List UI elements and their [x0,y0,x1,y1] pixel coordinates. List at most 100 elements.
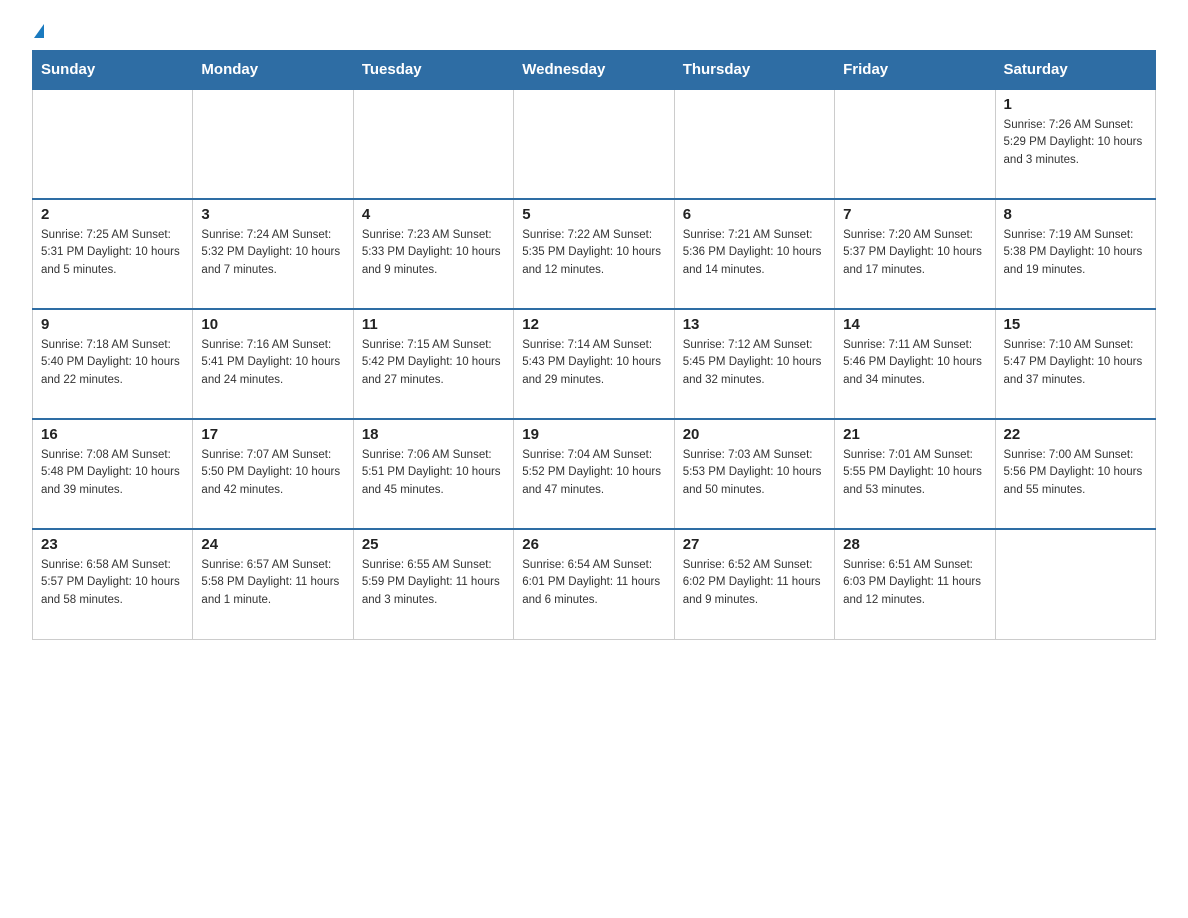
day-info: Sunrise: 7:22 AM Sunset: 5:35 PM Dayligh… [522,227,665,279]
day-number: 27 [683,536,826,553]
day-number: 1 [1004,96,1147,113]
calendar-day-cell: 27 Sunrise: 6:52 AM Sunset: 6:02 PM Dayli… [674,529,834,639]
calendar-day-cell: 18 Sunrise: 7:06 AM Sunset: 5:51 PM Dayli… [353,419,513,529]
logo-triangle-icon [34,24,44,38]
calendar-day-cell [514,89,674,199]
day-info: Sunrise: 7:14 AM Sunset: 5:43 PM Dayligh… [522,337,665,389]
day-info: Sunrise: 7:03 AM Sunset: 5:53 PM Dayligh… [683,447,826,499]
logo [32,24,44,38]
calendar-day-cell: 9 Sunrise: 7:18 AM Sunset: 5:40 PM Daylig… [33,309,193,419]
page-header [32,24,1156,38]
day-number: 2 [41,206,184,223]
day-info: Sunrise: 7:12 AM Sunset: 5:45 PM Dayligh… [683,337,826,389]
day-of-week-header: Thursday [674,51,834,90]
day-info: Sunrise: 7:24 AM Sunset: 5:32 PM Dayligh… [201,227,344,279]
day-number: 3 [201,206,344,223]
day-number: 11 [362,316,505,333]
calendar-day-cell: 17 Sunrise: 7:07 AM Sunset: 5:50 PM Dayli… [193,419,353,529]
calendar-day-cell: 26 Sunrise: 6:54 AM Sunset: 6:01 PM Dayli… [514,529,674,639]
day-number: 7 [843,206,986,223]
calendar-week-row: 23Sunrise: 6:58 AM Sunset: 5:57 PM Dayli… [33,529,1156,639]
calendar-day-cell [193,89,353,199]
day-number: 13 [683,316,826,333]
calendar-day-cell: 5 Sunrise: 7:22 AM Sunset: 5:35 PM Daylig… [514,199,674,309]
day-info: Sunrise: 7:01 AM Sunset: 5:55 PM Dayligh… [843,447,986,499]
day-info: Sunrise: 7:16 AM Sunset: 5:41 PM Dayligh… [201,337,344,389]
calendar-day-cell: 23Sunrise: 6:58 AM Sunset: 5:57 PM Dayli… [33,529,193,639]
day-info: Sunrise: 7:11 AM Sunset: 5:46 PM Dayligh… [843,337,986,389]
day-of-week-header: Tuesday [353,51,513,90]
calendar-day-cell: 1Sunrise: 7:26 AM Sunset: 5:29 PM Daylig… [995,89,1155,199]
calendar-day-cell [835,89,995,199]
calendar-table: SundayMondayTuesdayWednesdayThursdayFrid… [32,50,1156,640]
day-number: 25 [362,536,505,553]
calendar-week-row: 2 Sunrise: 7:25 AM Sunset: 5:31 PM Daylig… [33,199,1156,309]
day-info: Sunrise: 7:20 AM Sunset: 5:37 PM Dayligh… [843,227,986,279]
day-number: 5 [522,206,665,223]
calendar-week-row: 16 Sunrise: 7:08 AM Sunset: 5:48 PM Dayli… [33,419,1156,529]
day-number: 4 [362,206,505,223]
calendar-day-cell: 20 Sunrise: 7:03 AM Sunset: 5:53 PM Dayli… [674,419,834,529]
day-info: Sunrise: 6:55 AM Sunset: 5:59 PM Dayligh… [362,557,505,609]
day-number: 14 [843,316,986,333]
calendar-day-cell: 19 Sunrise: 7:04 AM Sunset: 5:52 PM Dayli… [514,419,674,529]
calendar-day-cell: 12Sunrise: 7:14 AM Sunset: 5:43 PM Dayli… [514,309,674,419]
calendar-day-cell [674,89,834,199]
day-info: Sunrise: 7:04 AM Sunset: 5:52 PM Dayligh… [522,447,665,499]
calendar-week-row: 1Sunrise: 7:26 AM Sunset: 5:29 PM Daylig… [33,89,1156,199]
day-of-week-header: Friday [835,51,995,90]
day-info: Sunrise: 7:00 AM Sunset: 5:56 PM Dayligh… [1004,447,1147,499]
day-number: 16 [41,426,184,443]
day-of-week-header: Wednesday [514,51,674,90]
calendar-day-cell [353,89,513,199]
day-info: Sunrise: 7:18 AM Sunset: 5:40 PM Dayligh… [41,337,184,389]
day-of-week-header: Saturday [995,51,1155,90]
calendar-day-cell: 16 Sunrise: 7:08 AM Sunset: 5:48 PM Dayli… [33,419,193,529]
day-info: Sunrise: 7:08 AM Sunset: 5:48 PM Dayligh… [41,447,184,499]
calendar-day-cell: 11Sunrise: 7:15 AM Sunset: 5:42 PM Dayli… [353,309,513,419]
calendar-body: 1Sunrise: 7:26 AM Sunset: 5:29 PM Daylig… [33,89,1156,639]
day-info: Sunrise: 7:07 AM Sunset: 5:50 PM Dayligh… [201,447,344,499]
day-of-week-header: Monday [193,51,353,90]
day-number: 10 [201,316,344,333]
calendar-day-cell: 15 Sunrise: 7:10 AM Sunset: 5:47 PM Dayli… [995,309,1155,419]
calendar-day-cell: 4 Sunrise: 7:23 AM Sunset: 5:33 PM Daylig… [353,199,513,309]
calendar-day-cell [995,529,1155,639]
calendar-day-cell: 13 Sunrise: 7:12 AM Sunset: 5:45 PM Dayli… [674,309,834,419]
calendar-day-cell: 7 Sunrise: 7:20 AM Sunset: 5:37 PM Daylig… [835,199,995,309]
calendar-day-cell: 3 Sunrise: 7:24 AM Sunset: 5:32 PM Daylig… [193,199,353,309]
day-number: 18 [362,426,505,443]
day-number: 22 [1004,426,1147,443]
calendar-week-row: 9 Sunrise: 7:18 AM Sunset: 5:40 PM Daylig… [33,309,1156,419]
day-info: Sunrise: 7:10 AM Sunset: 5:47 PM Dayligh… [1004,337,1147,389]
day-info: Sunrise: 7:23 AM Sunset: 5:33 PM Dayligh… [362,227,505,279]
day-number: 6 [683,206,826,223]
day-number: 26 [522,536,665,553]
day-info: Sunrise: 7:06 AM Sunset: 5:51 PM Dayligh… [362,447,505,499]
day-number: 15 [1004,316,1147,333]
day-info: Sunrise: 7:21 AM Sunset: 5:36 PM Dayligh… [683,227,826,279]
calendar-day-cell: 24 Sunrise: 6:57 AM Sunset: 5:58 PM Dayli… [193,529,353,639]
calendar-day-cell: 14 Sunrise: 7:11 AM Sunset: 5:46 PM Dayli… [835,309,995,419]
day-number: 20 [683,426,826,443]
day-number: 19 [522,426,665,443]
calendar-day-cell: 21Sunrise: 7:01 AM Sunset: 5:55 PM Dayli… [835,419,995,529]
header-row: SundayMondayTuesdayWednesdayThursdayFrid… [33,51,1156,90]
day-info: Sunrise: 6:54 AM Sunset: 6:01 PM Dayligh… [522,557,665,609]
calendar-day-cell: 2 Sunrise: 7:25 AM Sunset: 5:31 PM Daylig… [33,199,193,309]
day-number: 9 [41,316,184,333]
day-info: Sunrise: 6:52 AM Sunset: 6:02 PM Dayligh… [683,557,826,609]
calendar-day-cell [33,89,193,199]
day-info: Sunrise: 6:57 AM Sunset: 5:58 PM Dayligh… [201,557,344,609]
day-info: Sunrise: 6:51 AM Sunset: 6:03 PM Dayligh… [843,557,986,609]
calendar-day-cell: 8Sunrise: 7:19 AM Sunset: 5:38 PM Daylig… [995,199,1155,309]
day-of-week-header: Sunday [33,51,193,90]
day-info: Sunrise: 6:58 AM Sunset: 5:57 PM Dayligh… [41,557,184,609]
calendar-header: SundayMondayTuesdayWednesdayThursdayFrid… [33,51,1156,90]
day-number: 24 [201,536,344,553]
calendar-day-cell: 25 Sunrise: 6:55 AM Sunset: 5:59 PM Dayli… [353,529,513,639]
calendar-day-cell: 22 Sunrise: 7:00 AM Sunset: 5:56 PM Dayli… [995,419,1155,529]
day-number: 17 [201,426,344,443]
day-info: Sunrise: 7:19 AM Sunset: 5:38 PM Dayligh… [1004,227,1147,279]
day-info: Sunrise: 7:25 AM Sunset: 5:31 PM Dayligh… [41,227,184,279]
